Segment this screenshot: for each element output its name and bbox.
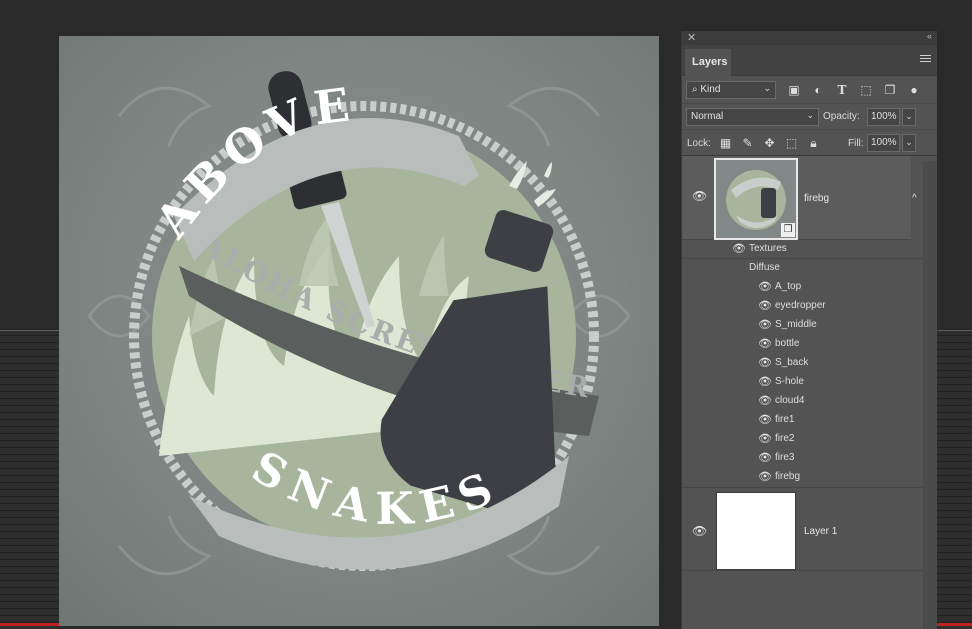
- axis-line: [0, 623, 59, 626]
- sublayer-row[interactable]: 👁︎ fire1: [682, 411, 937, 430]
- chevron-down-icon: ⌄: [806, 110, 814, 120]
- diffuse-row[interactable]: Diffuse: [682, 259, 937, 278]
- sublayer-row[interactable]: 👁︎ S_back: [682, 354, 937, 373]
- blend-row: Normal ⌄ Opacity: 100% ⌄: [682, 104, 937, 130]
- smart-object-filter-icon[interactable]: ❐: [882, 82, 898, 98]
- eye-icon[interactable]: 👁︎: [758, 356, 772, 369]
- diffuse-label: Diffuse: [749, 262, 780, 273]
- sublayer-row[interactable]: 👁︎ cloud4: [682, 392, 937, 411]
- eye-icon[interactable]: 👁︎: [692, 524, 707, 538]
- lock-row: Lock: ▦ ✎ ✥ ⬚ 🔒︎ Fill: 100% ⌄: [682, 130, 937, 156]
- lock-position-icon[interactable]: ✥: [762, 136, 777, 151]
- sublayer-name: firebg: [775, 471, 801, 482]
- adjustment-filter-icon[interactable]: ◐: [810, 82, 826, 98]
- fill-dropdown[interactable]: ⌄: [902, 134, 916, 152]
- panel-tabbar: Layers: [682, 45, 937, 76]
- sublayer-name: fire1: [775, 414, 795, 425]
- sublayer-name: bottle: [775, 338, 800, 349]
- eye-icon[interactable]: 👁︎: [758, 375, 772, 388]
- eye-icon[interactable]: 👁︎: [758, 413, 772, 426]
- opacity-dropdown[interactable]: ⌄: [902, 108, 916, 126]
- smart-object-badge-icon: ❒: [781, 223, 795, 237]
- artwork: ALOHA SCREWDRIVER ABOVE SNAKES: [87, 71, 631, 576]
- eye-icon[interactable]: 👁︎: [758, 337, 772, 350]
- shape-filter-icon[interactable]: ⬚: [858, 82, 874, 98]
- type-filter-icon[interactable]: T: [834, 82, 850, 98]
- chevron-down-icon: ⌄: [763, 83, 771, 93]
- lock-label: Lock:: [687, 138, 711, 149]
- eye-icon[interactable]: 👁︎: [758, 394, 772, 407]
- eye-icon[interactable]: 👁︎: [732, 242, 746, 255]
- tab-layers[interactable]: Layers: [685, 49, 731, 76]
- sublayer-name: eyedropper: [775, 300, 826, 311]
- eye-icon[interactable]: 👁︎: [758, 451, 772, 464]
- fill-input[interactable]: 100%: [867, 134, 900, 152]
- blend-mode-label: Normal: [691, 111, 724, 122]
- eye-icon[interactable]: 👁︎: [758, 432, 772, 445]
- layer-thumbnail[interactable]: [716, 492, 796, 570]
- close-icon[interactable]: ✕: [687, 31, 696, 44]
- layer-thumbnail[interactable]: ❒: [714, 158, 798, 240]
- sublayer-row[interactable]: 👁︎ S-hole: [682, 373, 937, 392]
- fill-label: Fill:: [848, 138, 864, 149]
- sublayer-row[interactable]: 👁︎ firebg: [682, 468, 937, 487]
- chevron-up-icon[interactable]: ^: [912, 193, 917, 204]
- eye-icon[interactable]: 👁︎: [758, 299, 772, 312]
- collapse-icon[interactable]: «: [927, 31, 932, 41]
- opacity-label: Opacity:: [823, 111, 860, 122]
- eye-icon[interactable]: 👁︎: [758, 280, 772, 293]
- sublayer-row[interactable]: 👁︎ fire2: [682, 430, 937, 449]
- layers-list: 👁︎ ❒ firebg ^ 👁︎ Textures Diffuse 👁︎ A_to…: [682, 156, 937, 571]
- sublayer-name: S_middle: [775, 319, 817, 330]
- lock-image-icon[interactable]: ✎: [740, 136, 755, 151]
- sublayer-row[interactable]: 👁︎ fire3: [682, 449, 937, 468]
- opacity-input[interactable]: 100%: [867, 108, 900, 126]
- textures-label: Textures: [749, 243, 787, 254]
- layers-scrollbar[interactable]: [923, 161, 937, 629]
- layers-panel: ✕ « Layers ⌕ Kind ⌄ ▣ ◐ T ⬚ ❐ ● Normal ⌄…: [681, 31, 937, 629]
- sublayer-row[interactable]: 👁︎ S_middle: [682, 316, 937, 335]
- sublayer-name: S-hole: [775, 376, 804, 387]
- sublayer-name: fire2: [775, 433, 795, 444]
- kind-filter-select[interactable]: ⌕ Kind ⌄: [686, 81, 776, 99]
- sublayer-name: A_top: [775, 281, 802, 292]
- sublayer-name: cloud4: [775, 395, 805, 406]
- eye-icon[interactable]: 👁︎: [758, 318, 772, 331]
- document-canvas[interactable]: ALOHA SCREWDRIVER ABOVE SNAKES: [59, 36, 659, 626]
- search-icon: ⌕: [692, 84, 698, 95]
- sublayer-row[interactable]: 👁︎ bottle: [682, 335, 937, 354]
- lock-transparent-icon[interactable]: ▦: [718, 136, 733, 151]
- eye-icon[interactable]: 👁︎: [692, 189, 707, 203]
- layer-row-firebg[interactable]: 👁︎ ❒ firebg ^: [682, 156, 917, 240]
- viewport-grid-right: [936, 330, 972, 629]
- kind-filter-label: Kind: [700, 84, 721, 95]
- eye-icon[interactable]: 👁︎: [758, 470, 772, 483]
- layer-row-layer-1[interactable]: 👁︎ Layer 1: [682, 487, 923, 571]
- filter-row: ⌕ Kind ⌄ ▣ ◐ T ⬚ ❐ ●: [682, 76, 937, 104]
- sublayer-row[interactable]: 👁︎ eyedropper: [682, 297, 937, 316]
- layer-name[interactable]: Layer 1: [804, 526, 837, 537]
- lock-artboard-icon[interactable]: ⬚: [784, 136, 799, 151]
- axis-line: [936, 623, 972, 626]
- sublayer-name: fire3: [775, 452, 795, 463]
- panel-header-strip: ✕ «: [682, 31, 937, 45]
- filter-toggle-icon[interactable]: ●: [906, 82, 922, 98]
- viewport-grid-left: [0, 330, 59, 629]
- sublayer-row[interactable]: 👁︎ A_top: [682, 278, 937, 297]
- image-filter-icon[interactable]: ▣: [786, 82, 802, 98]
- blend-mode-select[interactable]: Normal ⌄: [686, 108, 819, 126]
- panel-menu-icon[interactable]: [920, 55, 931, 64]
- layer-name[interactable]: firebg: [804, 193, 829, 204]
- sublayer-name: S_back: [775, 357, 809, 368]
- lock-all-icon[interactable]: 🔒︎: [806, 136, 821, 151]
- textures-row[interactable]: 👁︎ Textures: [682, 240, 923, 259]
